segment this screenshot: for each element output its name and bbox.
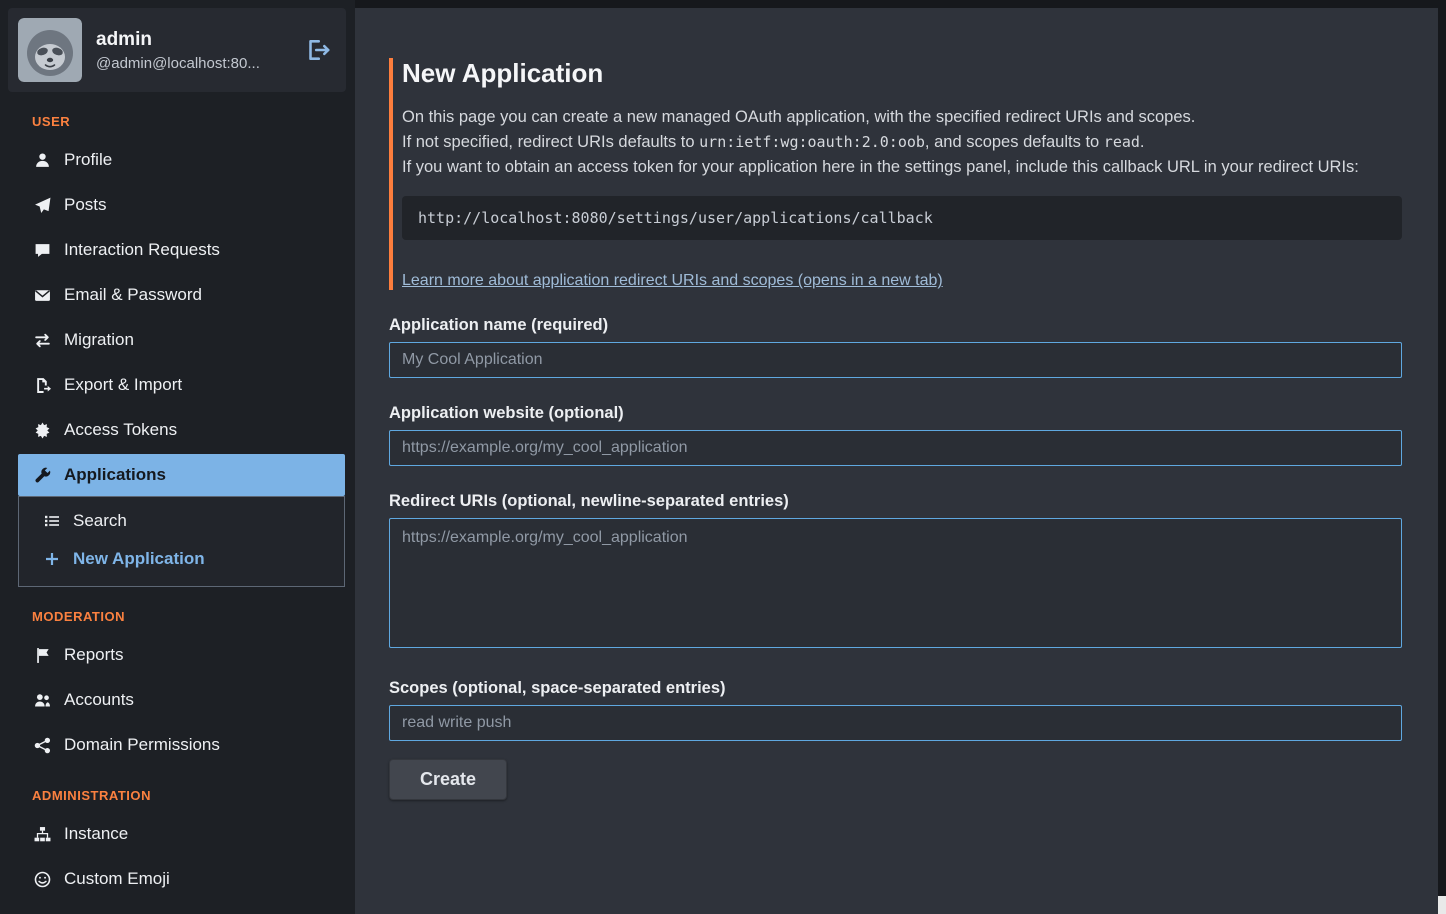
sidebar-item-accounts[interactable]: Accounts — [18, 679, 345, 721]
sidebar-item-label: Applications — [64, 465, 166, 485]
application-website-group: Application website (optional) — [389, 404, 1402, 466]
user-icon — [32, 152, 52, 169]
application-name-label: Application name (required) — [389, 316, 1402, 335]
sidebar-item-applications[interactable]: Applications — [18, 454, 345, 496]
sidebar-item-label: Migration — [64, 330, 134, 350]
intro-line-2: If not specified, redirect URIs defaults… — [402, 130, 1402, 155]
intro-text: If not specified, redirect URIs defaults… — [402, 133, 699, 151]
sidebar-item-interaction-requests[interactable]: Interaction Requests — [18, 229, 345, 271]
sidebar-item-custom-emoji[interactable]: Custom Emoji — [18, 858, 345, 900]
redirect-uris-label: Redirect URIs (optional, newline-separat… — [389, 492, 1402, 511]
user-name: admin — [96, 29, 288, 51]
sidebar-item-label: Export & Import — [64, 375, 182, 395]
application-website-input[interactable] — [389, 430, 1402, 466]
sidebar-item-label: Accounts — [64, 690, 134, 710]
user-handle: @admin@localhost:80... — [96, 55, 288, 72]
scopes-label: Scopes (optional, space-separated entrie… — [389, 679, 1402, 698]
sidebar-item-label: Interaction Requests — [64, 240, 220, 260]
application-name-group: Application name (required) — [389, 316, 1402, 378]
applications-subnav: Search New Application — [18, 496, 345, 587]
sign-out-icon[interactable] — [302, 34, 334, 66]
comment-icon — [32, 242, 52, 259]
share-nodes-icon — [32, 737, 52, 754]
wrench-icon — [32, 467, 52, 484]
sitemap-icon — [32, 826, 52, 843]
envelope-icon — [32, 287, 52, 304]
sidebar: admin @admin@localhost:80... USER Profil… — [0, 0, 355, 914]
redirect-uris-group: Redirect URIs (optional, newline-separat… — [389, 492, 1402, 653]
file-export-icon — [32, 377, 52, 394]
main-panel: New Application On this page you can cre… — [355, 8, 1438, 914]
paper-plane-icon — [32, 197, 52, 214]
app-window: admin @admin@localhost:80... USER Profil… — [0, 0, 1446, 914]
avatar — [18, 18, 82, 82]
sidebar-item-access-tokens[interactable]: Access Tokens — [18, 409, 345, 451]
flag-icon — [32, 647, 52, 664]
page-title: New Application — [402, 58, 1402, 89]
user-meta: admin @admin@localhost:80... — [96, 29, 288, 72]
sidebar-item-label: Posts — [64, 195, 107, 215]
sidebar-item-label: Domain Permissions — [64, 735, 220, 755]
subnav-item-new-application[interactable]: New Application — [19, 540, 344, 578]
redirect-uris-textarea[interactable] — [389, 518, 1402, 648]
callback-url-code-block: http://localhost:8080/settings/user/appl… — [402, 196, 1402, 240]
sidebar-item-email-password[interactable]: Email & Password — [18, 274, 345, 316]
sidebar-item-reports[interactable]: Reports — [18, 634, 345, 676]
sidebar-item-label: Access Tokens — [64, 420, 177, 440]
sidebar-item-label: Reports — [64, 645, 124, 665]
sidebar-item-label: Custom Emoji — [64, 869, 170, 889]
section-header-user: USER — [32, 114, 345, 129]
plus-icon — [43, 551, 61, 567]
sidebar-item-actions[interactable]: Actions — [18, 903, 345, 914]
user-card: admin @admin@localhost:80... — [8, 8, 346, 92]
section-header-moderation: MODERATION — [32, 609, 345, 624]
sidebar-item-domain-permissions[interactable]: Domain Permissions — [18, 724, 345, 766]
intro-text: . — [1140, 133, 1145, 151]
sidebar-item-export-import[interactable]: Export & Import — [18, 364, 345, 406]
scrollbar-track[interactable] — [1438, 0, 1446, 914]
intro-line-1: On this page you can create a new manage… — [402, 105, 1402, 130]
new-application-form: Application name (required) Application … — [389, 316, 1402, 800]
sidebar-item-label: Email & Password — [64, 285, 202, 305]
sidebar-item-posts[interactable]: Posts — [18, 184, 345, 226]
list-icon — [43, 513, 61, 529]
subnav-item-label: Search — [73, 511, 127, 531]
subnav-item-search[interactable]: Search — [19, 502, 344, 540]
smiley-icon — [32, 871, 52, 888]
intro-text: , and scopes defaults to — [925, 133, 1104, 151]
section-header-administration: ADMINISTRATION — [32, 788, 345, 803]
sidebar-item-migration[interactable]: Migration — [18, 319, 345, 361]
scopes-input[interactable] — [389, 705, 1402, 741]
inline-code-oob: urn:ietf:wg:oauth:2.0:oob — [699, 133, 925, 151]
learn-more-link[interactable]: Learn more about application redirect UR… — [402, 272, 943, 290]
certificate-icon — [32, 422, 52, 439]
scrollbar-thumb[interactable] — [1438, 896, 1446, 914]
sidebar-nav: USER Profile Posts Interaction Requests — [18, 114, 345, 914]
create-button[interactable]: Create — [389, 759, 507, 800]
application-name-input[interactable] — [389, 342, 1402, 378]
users-icon — [32, 692, 52, 709]
sidebar-item-instance[interactable]: Instance — [18, 813, 345, 855]
sidebar-item-profile[interactable]: Profile — [18, 139, 345, 181]
application-website-label: Application website (optional) — [389, 404, 1402, 423]
intro-line-3: If you want to obtain an access token fo… — [402, 155, 1402, 180]
inline-code-read: read — [1104, 133, 1140, 151]
subnav-item-label: New Application — [73, 549, 205, 569]
intro-block: New Application On this page you can cre… — [389, 58, 1402, 290]
sidebar-item-label: Profile — [64, 150, 112, 170]
sidebar-item-label: Instance — [64, 824, 128, 844]
scopes-group: Scopes (optional, space-separated entrie… — [389, 679, 1402, 741]
exchange-icon — [32, 332, 52, 349]
